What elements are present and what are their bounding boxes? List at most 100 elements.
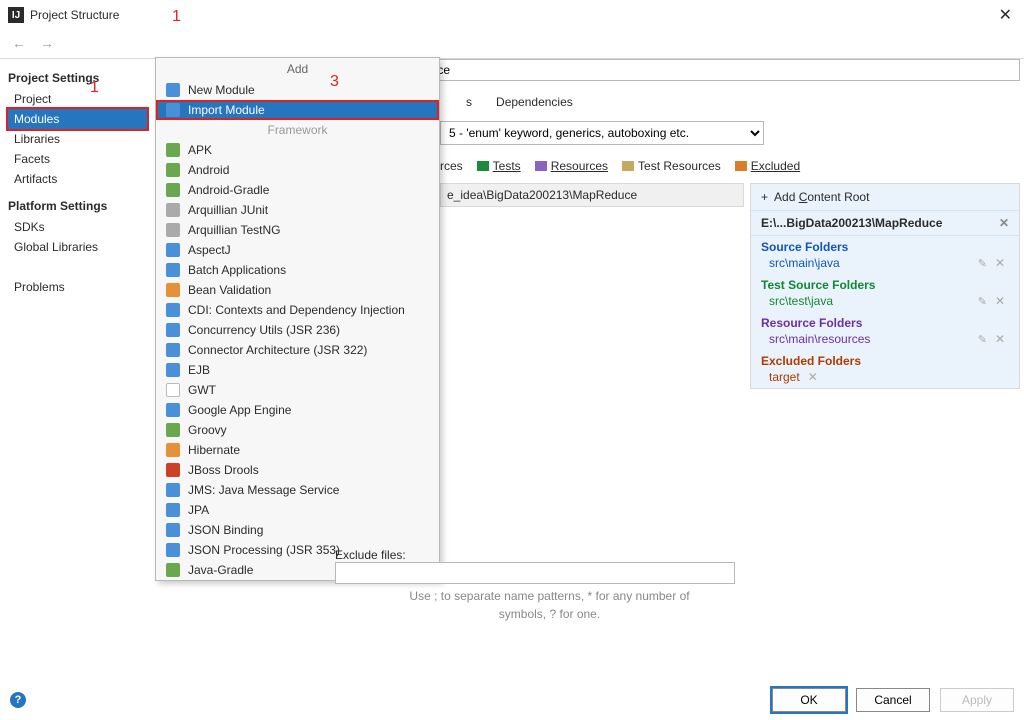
framework-icon xyxy=(166,363,180,377)
forward-arrow-icon[interactable]: → xyxy=(36,35,58,51)
content-root-entry[interactable]: E:\...BigData200213\MapReduce ✕ xyxy=(751,211,1019,236)
close-icon[interactable]: ✕ xyxy=(995,5,1016,25)
framework-icon xyxy=(166,183,180,197)
folder-item[interactable]: target✕ xyxy=(761,368,1009,386)
tab-paths-partial[interactable]: s xyxy=(464,91,474,115)
menu-framework-item[interactable]: Android-Gradle xyxy=(156,180,439,200)
project-settings-heading: Project Settings xyxy=(8,71,147,85)
ok-button[interactable]: OK xyxy=(772,688,846,712)
ij-icon: IJ xyxy=(8,7,24,23)
mark-resources[interactable]: Resources xyxy=(535,159,608,173)
menu-framework-item[interactable]: Arquillian JUnit xyxy=(156,200,439,220)
edit-icon[interactable]: ✎ xyxy=(978,295,987,308)
content-roots-pane: + Add Content Root E:\...BigData200213\M… xyxy=(750,183,1020,389)
main-area: Project Settings Project Modules Librari… xyxy=(0,59,1024,683)
sidebar-item-problems[interactable]: Problems xyxy=(8,277,147,297)
menu-framework-item[interactable]: Google App Engine xyxy=(156,400,439,420)
menu-framework-item[interactable]: APK xyxy=(156,140,439,160)
menu-framework-item[interactable]: Hibernate xyxy=(156,440,439,460)
framework-icon xyxy=(166,263,180,277)
folder-item[interactable]: src\main\resources✎✕ xyxy=(761,330,1009,348)
sidebar-item-facets[interactable]: Facets xyxy=(8,149,147,169)
sidebar-item-artifacts[interactable]: Artifacts xyxy=(8,169,147,189)
framework-icon xyxy=(166,463,180,477)
menu-framework-item[interactable]: Arquillian TestNG xyxy=(156,220,439,240)
framework-icon xyxy=(166,523,180,537)
mark-tests[interactable]: Tests xyxy=(477,159,521,173)
tabs: Sources s Dependencies xyxy=(440,91,575,115)
tab-dependencies[interactable]: Dependencies xyxy=(494,91,575,115)
folder-group: Excluded Folderstarget✕ xyxy=(751,350,1019,388)
edit-icon[interactable]: ✎ xyxy=(978,333,987,346)
language-level-row: 5 - 'enum' keyword, generics, autoboxing… xyxy=(440,121,764,145)
module-icon xyxy=(166,83,180,97)
folder-group: Source Folderssrc\main\java✎✕ xyxy=(751,236,1019,274)
name-input[interactable] xyxy=(378,59,1020,81)
title-bar: IJ Project Structure ✕ xyxy=(0,0,1024,30)
menu-framework-item[interactable]: GWT xyxy=(156,380,439,400)
mark-test-resources[interactable]: Test Resources xyxy=(622,159,721,173)
framework-icon xyxy=(166,243,180,257)
plus-icon: + xyxy=(761,190,768,204)
sidebar-item-global-libraries[interactable]: Global Libraries xyxy=(8,237,147,257)
exclude-input[interactable] xyxy=(335,562,735,584)
menu-framework-item[interactable]: AspectJ xyxy=(156,240,439,260)
menu-framework-item[interactable]: Concurrency Utils (JSR 236) xyxy=(156,320,439,340)
framework-icon xyxy=(166,383,180,397)
remove-icon[interactable]: ✕ xyxy=(995,332,1005,346)
menu-import-module[interactable]: Import Module xyxy=(156,100,439,120)
framework-section-label: Framework xyxy=(156,120,439,140)
framework-icon xyxy=(166,483,180,497)
menu-framework-item[interactable]: EJB xyxy=(156,360,439,380)
framework-icon xyxy=(166,163,180,177)
menu-framework-item[interactable]: JPA xyxy=(156,500,439,520)
exclude-hint: Use ; to separate name patterns, * for a… xyxy=(335,588,764,623)
content-root-path[interactable]: e_idea\BigData200213\MapReduce xyxy=(440,183,744,207)
menu-framework-item[interactable]: JMS: Java Message Service xyxy=(156,480,439,500)
language-level-select[interactable]: 5 - 'enum' keyword, generics, autoboxing… xyxy=(440,121,764,145)
folder-group: Resource Folderssrc\main\resources✎✕ xyxy=(751,312,1019,350)
remove-icon[interactable]: ✕ xyxy=(808,370,818,384)
menu-new-module[interactable]: New Module xyxy=(156,80,439,100)
menu-framework-item[interactable]: CDI: Contexts and Dependency Injection xyxy=(156,300,439,320)
help-icon[interactable]: ? xyxy=(10,692,26,708)
folder-group: Test Source Folderssrc\test\java✎✕ xyxy=(751,274,1019,312)
folder-group-title: Test Source Folders xyxy=(761,278,1009,292)
apply-button[interactable]: Apply xyxy=(940,688,1014,712)
framework-icon xyxy=(166,303,180,317)
menu-framework-item[interactable]: Connector Architecture (JSR 322) xyxy=(156,340,439,360)
remove-icon[interactable]: ✕ xyxy=(995,256,1005,270)
framework-icon xyxy=(166,403,180,417)
add-content-root[interactable]: + Add Content Root xyxy=(751,184,1019,211)
framework-icon xyxy=(166,143,180,157)
menu-framework-item[interactable]: Bean Validation xyxy=(156,280,439,300)
edit-icon[interactable]: ✎ xyxy=(978,257,987,270)
folder-group-title: Excluded Folders xyxy=(761,354,1009,368)
sidebar-item-project[interactable]: Project xyxy=(8,89,147,109)
dialog-footer: ? OK Cancel Apply xyxy=(0,688,1024,712)
dropdown-header: Add xyxy=(156,58,439,80)
remove-root-icon[interactable]: ✕ xyxy=(999,216,1009,230)
menu-framework-item[interactable]: Groovy xyxy=(156,420,439,440)
platform-settings-heading: Platform Settings xyxy=(8,199,147,213)
sidebar-item-libraries[interactable]: Libraries xyxy=(8,129,147,149)
framework-icon xyxy=(166,423,180,437)
sidebar-item-modules[interactable]: Modules xyxy=(8,109,147,129)
mark-as-row: rces Tests Resources Test Resources Excl… xyxy=(440,159,800,173)
sidebar-item-sdks[interactable]: SDKs xyxy=(8,217,147,237)
folder-item[interactable]: src\main\java✎✕ xyxy=(761,254,1009,272)
framework-icon xyxy=(166,443,180,457)
folder-item[interactable]: src\test\java✎✕ xyxy=(761,292,1009,310)
menu-framework-item[interactable]: JSON Binding xyxy=(156,520,439,540)
menu-framework-item[interactable]: JBoss Drools xyxy=(156,460,439,480)
remove-icon[interactable]: ✕ xyxy=(995,294,1005,308)
mark-excluded[interactable]: Excluded xyxy=(735,159,800,173)
framework-icon xyxy=(166,203,180,217)
menu-framework-item[interactable]: Batch Applications xyxy=(156,260,439,280)
menu-framework-item[interactable]: Android xyxy=(156,160,439,180)
back-arrow-icon[interactable]: ← xyxy=(8,35,30,51)
mark-sources-partial[interactable]: rces xyxy=(440,159,463,173)
center-pane: + — ❐ Name: Sources s Dependencies 5 - '… xyxy=(155,59,1024,683)
framework-icon xyxy=(166,543,180,557)
cancel-button[interactable]: Cancel xyxy=(856,688,930,712)
